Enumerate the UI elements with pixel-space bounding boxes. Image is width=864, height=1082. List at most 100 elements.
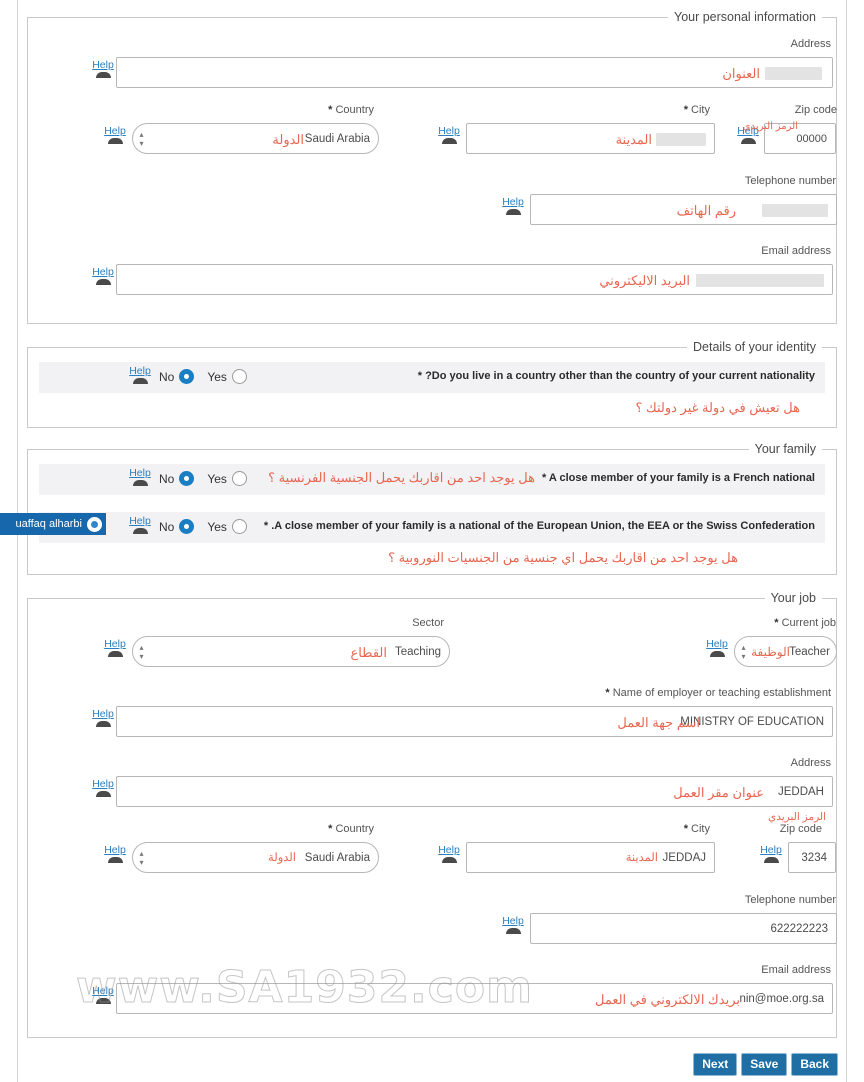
radio-yes[interactable] bbox=[231, 369, 247, 384]
help-eu-question[interactable]: Help bbox=[125, 516, 155, 534]
input-email[interactable]: البريد الاليكتروني bbox=[116, 264, 833, 295]
help-work-zip[interactable]: Help bbox=[756, 845, 786, 863]
help-arc-icon bbox=[132, 378, 148, 384]
help-arc-icon bbox=[763, 857, 779, 863]
redacted-value bbox=[696, 274, 824, 287]
field-work-email: Email address Help nin@moe.org.sa بريدك … bbox=[28, 961, 838, 1017]
field-telephone: Telephone number Help رقم الهاتف bbox=[468, 173, 838, 229]
help-work-city[interactable]: Help bbox=[434, 845, 464, 863]
select-country[interactable]: ▴ ▾ Saudi Arabia الدولة bbox=[132, 123, 379, 154]
input-employer[interactable]: MINISTRY OF EDUCATION اسم جهة العمل bbox=[116, 706, 833, 737]
label-current-job: * Current job bbox=[774, 617, 836, 629]
section-identity-legend: Details of your identity bbox=[687, 340, 822, 354]
help-arc-icon bbox=[95, 279, 111, 285]
help-arc-icon bbox=[107, 138, 123, 144]
radio-no[interactable] bbox=[179, 369, 195, 384]
label-city: * City bbox=[684, 104, 710, 116]
select-sector[interactable]: ▴ ▾ Teaching القطاع bbox=[132, 636, 450, 667]
country-value: Saudi Arabia bbox=[304, 133, 370, 145]
help-arc-icon bbox=[107, 857, 123, 863]
radio-yes-label: Yes bbox=[207, 471, 227, 486]
input-city[interactable]: المدينة bbox=[466, 123, 715, 154]
help-sector[interactable]: Help bbox=[100, 639, 130, 657]
help-telephone[interactable]: Help bbox=[498, 197, 528, 215]
redacted-value bbox=[762, 204, 828, 217]
help-work-country[interactable]: Help bbox=[100, 845, 130, 863]
radio-yes[interactable] bbox=[231, 471, 247, 486]
work-email-value: nin@moe.org.sa bbox=[739, 993, 824, 1005]
help-arc-icon bbox=[505, 928, 521, 934]
label-country-text: Country bbox=[335, 104, 374, 116]
help-arc-icon bbox=[95, 721, 111, 727]
input-work-zip[interactable]: 3234 bbox=[788, 842, 836, 873]
help-work-email[interactable]: Help bbox=[88, 986, 118, 1004]
help-label: Help bbox=[92, 59, 114, 71]
help-work-address[interactable]: Help bbox=[88, 779, 118, 797]
current-job-value: Teacher bbox=[789, 646, 830, 658]
label-work-country: * Country bbox=[328, 823, 374, 835]
help-work-telephone[interactable]: Help bbox=[498, 916, 528, 934]
city-arabic-hint: المدينة bbox=[615, 132, 652, 147]
required-star: * bbox=[605, 687, 610, 699]
input-work-address[interactable]: JEDDAH عنوان مقر العمل bbox=[116, 776, 833, 807]
label-employer-text: Name of employer or teaching establishme… bbox=[612, 687, 831, 699]
field-current-job: * Current job Help ▴ ▾ Teacher الوظيفة bbox=[678, 617, 838, 673]
input-work-telephone[interactable]: 622222223 bbox=[530, 913, 837, 944]
employer-value: MINISTRY OF EDUCATION bbox=[680, 716, 824, 728]
work-address-arabic-hint: عنوان مقر العمل bbox=[673, 785, 764, 800]
input-telephone[interactable]: رقم الهاتف bbox=[530, 194, 837, 225]
field-work-city: * City Help JEDDAJ المدينة bbox=[422, 823, 715, 879]
help-residence-question[interactable]: Help bbox=[125, 366, 155, 384]
zip-arabic-hint: الرمز البريدي bbox=[742, 121, 798, 132]
spinner-icon: ▴ ▾ bbox=[139, 849, 144, 867]
section-identity: Details of your identity * ?Do you live … bbox=[27, 340, 837, 428]
question-french-arabic-inline: هل يوجد احد من اقاربك يحمل الجنسية الفرن… bbox=[268, 470, 535, 485]
field-city: * City Help المدينة bbox=[422, 104, 715, 160]
field-work-telephone: Telephone number Help 622222223 bbox=[468, 892, 838, 948]
help-label: Help bbox=[502, 196, 524, 208]
help-email[interactable]: Help bbox=[88, 267, 118, 285]
help-label: Help bbox=[92, 266, 114, 278]
work-zip-arabic-hint: الرمز البريدي bbox=[768, 811, 826, 823]
label-work-address: Address bbox=[790, 757, 831, 769]
section-job-legend: Your job bbox=[764, 591, 822, 605]
section-personal-legend: Your personal information bbox=[668, 10, 822, 24]
field-address: Address Help العنوان bbox=[28, 35, 838, 91]
help-current-job[interactable]: Help bbox=[702, 639, 732, 657]
label-work-telephone: Telephone number bbox=[744, 894, 836, 906]
help-label: Help bbox=[438, 844, 460, 856]
user-session-tab[interactable]: uaffaq alharbi bbox=[0, 513, 106, 535]
save-button[interactable]: Save bbox=[741, 1053, 788, 1076]
form-button-bar: Next Save Back bbox=[693, 1053, 838, 1076]
question-eu-text: * .A close member of your family is a na… bbox=[263, 520, 815, 532]
work-country-value: Saudi Arabia bbox=[304, 852, 370, 864]
back-button[interactable]: Back bbox=[791, 1053, 838, 1076]
page-border-right bbox=[846, 0, 847, 1082]
help-country[interactable]: Help bbox=[100, 126, 130, 144]
radio-no[interactable] bbox=[179, 471, 195, 486]
label-email: Email address bbox=[761, 245, 831, 257]
help-arc-icon bbox=[132, 528, 148, 534]
label-sector: Sector bbox=[412, 617, 444, 629]
field-email: Email address Help البريد الاليكتروني bbox=[28, 242, 838, 298]
radio-no[interactable] bbox=[179, 519, 195, 534]
help-french-question[interactable]: Help bbox=[125, 468, 155, 486]
label-employer: * Name of employer or teaching establish… bbox=[605, 687, 831, 699]
input-work-email[interactable]: nin@moe.org.sa بريدك الالكتروني في العمل bbox=[116, 983, 833, 1014]
select-current-job[interactable]: ▴ ▾ Teacher الوظيفة bbox=[734, 636, 837, 667]
required-star: * bbox=[683, 104, 688, 116]
help-employer[interactable]: Help bbox=[88, 709, 118, 727]
label-work-zip: Zip code bbox=[779, 823, 822, 835]
label-telephone: Telephone number bbox=[744, 175, 836, 187]
radio-yes[interactable] bbox=[231, 519, 247, 534]
help-city[interactable]: Help bbox=[434, 126, 464, 144]
input-work-city[interactable]: JEDDAJ المدينة bbox=[466, 842, 715, 873]
next-button[interactable]: Next bbox=[693, 1053, 738, 1076]
question-row-eu-national: * .A close member of your family is a na… bbox=[39, 512, 825, 543]
help-arc-icon bbox=[95, 998, 111, 1004]
label-work-email: Email address bbox=[761, 964, 831, 976]
select-work-country[interactable]: ▴ ▾ Saudi Arabia الدولة bbox=[132, 842, 379, 873]
help-address[interactable]: Help bbox=[88, 60, 118, 78]
question-eu-arabic: هل يوجد احد من اقاربك يحمل اي جنسية من ا… bbox=[388, 550, 738, 565]
input-address[interactable]: العنوان bbox=[116, 57, 833, 88]
